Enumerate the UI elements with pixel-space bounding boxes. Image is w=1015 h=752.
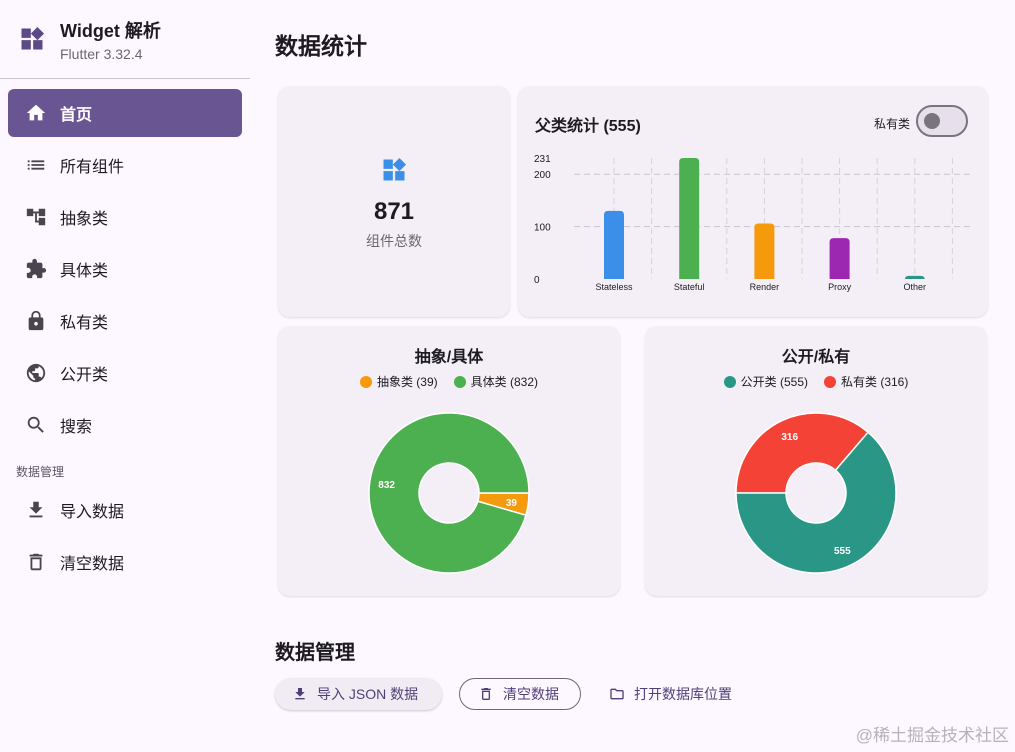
slice-label: 39 <box>506 498 518 509</box>
nav-item-label: 导入数据 <box>60 504 125 521</box>
clear-button-label: 清空数据 <box>503 686 559 702</box>
lock-icon <box>24 309 48 333</box>
bar-stateful[interactable] <box>679 158 700 279</box>
slice-label: 316 <box>781 432 798 443</box>
brand-header: Widget 解析 Flutter 3.32.4 <box>0 0 250 79</box>
sidebar: Widget 解析 Flutter 3.32.4 首页 所有组件 抽象类 具体类… <box>0 0 250 752</box>
bar-chart: 0 100 200 231 Stateless Stateful Render Proxy Ot… <box>534 154 970 292</box>
data-management-title: 数据管理 <box>275 642 355 664</box>
list-icon <box>24 153 48 177</box>
download-icon <box>24 498 48 522</box>
abstract-concrete-card: 抽象/具体 抽象类 (39) 具体类 (832) 39 832 <box>278 326 620 596</box>
home-icon <box>24 101 48 125</box>
nav-item-abstract[interactable]: 抽象类 <box>8 193 242 241</box>
puzzle-icon <box>24 257 48 281</box>
nav-item-label: 搜索 <box>60 419 93 436</box>
pie-title: 抽象/具体 <box>414 349 484 366</box>
nav-item-search[interactable]: 搜索 <box>8 401 242 449</box>
legend-item-concrete: 具体类 (832) <box>453 373 539 390</box>
globe-icon <box>24 361 48 385</box>
legend-dot <box>723 375 736 388</box>
nav-item-public[interactable]: 公开类 <box>8 349 242 397</box>
private-toggle[interactable] <box>916 105 968 137</box>
private-toggle-label: 私有类 <box>874 117 911 131</box>
import-json-button[interactable]: 导入 JSON 数据 <box>275 678 442 710</box>
legend-label: 具体类 (832) <box>470 375 539 389</box>
legend-item-private: 私有类 (316) <box>824 373 908 390</box>
nav-item-clear[interactable]: 清空数据 <box>8 538 242 586</box>
legend: 抽象类 (39) 具体类 (832) <box>278 373 620 390</box>
pie-title: 公开/私有 <box>781 349 851 366</box>
trash-icon <box>24 550 48 574</box>
abstract-concrete-donut: 39 832 <box>368 412 530 574</box>
y-tick-label: 100 <box>534 223 551 234</box>
legend-label: 抽象类 (39) <box>376 375 438 389</box>
total-card: 871 组件总数 <box>278 86 510 317</box>
nav-item-import[interactable]: 导入数据 <box>8 486 242 534</box>
legend-item-public: 公开类 (555) <box>723 373 808 390</box>
main-content: 数据统计 871 组件总数 父类统计 (555) 私有类 0 100 200 231 S… <box>250 0 1015 752</box>
legend-dot <box>453 375 466 388</box>
nav-item-label: 具体类 <box>60 263 109 280</box>
widgets-logo-icon <box>21 26 45 50</box>
legend-label: 公开类 (555) <box>740 375 808 389</box>
search-icon <box>24 413 48 437</box>
x-tick-label: Stateful <box>674 282 705 292</box>
bar-proxy[interactable] <box>829 238 850 279</box>
open-button-label: 打开数据库位置 <box>634 686 732 702</box>
x-tick-label: Proxy <box>828 282 852 292</box>
x-tick-label: Render <box>750 282 780 292</box>
nav-list: 首页 所有组件 抽象类 具体类 私有类 公开类 搜索 数据管理 导入数据 清空数… <box>0 79 250 586</box>
nav-section-label: 数据管理 <box>16 465 65 479</box>
total-label: 组件总数 <box>366 233 422 249</box>
app-version: Flutter 3.32.4 <box>60 45 143 62</box>
clear-data-button[interactable]: 清空数据 <box>459 678 581 710</box>
nav-item-home[interactable]: 首页 <box>8 89 242 137</box>
y-tick-label: 200 <box>534 170 551 181</box>
nav-item-all-widgets[interactable]: 所有组件 <box>8 141 242 189</box>
nav-item-private[interactable]: 私有类 <box>8 297 242 345</box>
nav-item-label: 公开类 <box>60 367 109 384</box>
nav-item-label: 首页 <box>60 107 93 124</box>
bar-chart-title: 父类统计 (555) <box>535 118 641 135</box>
legend-dot <box>824 375 836 388</box>
slice-label: 555 <box>834 546 851 557</box>
nav-item-label: 清空数据 <box>60 556 125 573</box>
y-tick-label: 231 <box>534 154 551 165</box>
legend-dot <box>359 375 372 388</box>
y-tick-label: 0 <box>534 275 540 286</box>
donut-slice[interactable] <box>368 412 530 574</box>
open-db-location-button[interactable]: 打开数据库位置 <box>608 678 748 710</box>
toggle-knob <box>924 113 940 129</box>
nav-item-concrete[interactable]: 具体类 <box>8 245 242 293</box>
legend-label: 私有类 (316) <box>841 375 909 389</box>
trash-icon <box>477 685 495 703</box>
import-button-label: 导入 JSON 数据 <box>317 686 419 702</box>
public-private-card: 公开/私有 公开类 (555) 私有类 (316) 316 555 <box>645 326 987 596</box>
page-title: 数据统计 <box>275 33 367 59</box>
nav-item-label: 私有类 <box>60 315 109 332</box>
folder-icon <box>608 685 626 703</box>
tree-icon <box>24 205 48 229</box>
nav-item-label: 所有组件 <box>60 159 125 176</box>
slice-label: 832 <box>378 480 395 491</box>
parent-class-chart-card: 父类统计 (555) 私有类 0 100 200 231 Stateless Statef… <box>518 86 988 317</box>
x-tick-label: Other <box>904 282 927 292</box>
public-private-donut: 316 555 <box>735 412 897 574</box>
x-tick-label: Stateless <box>595 282 633 292</box>
legend: 公开类 (555) 私有类 (316) <box>645 373 987 390</box>
download-icon <box>291 685 309 703</box>
legend-item-abstract: 抽象类 (39) <box>359 373 438 390</box>
bar-stateless[interactable] <box>604 210 624 279</box>
app-title: Widget 解析 <box>60 20 161 41</box>
bar-render[interactable] <box>754 223 775 279</box>
nav-item-label: 抽象类 <box>60 211 109 228</box>
watermark: @稀土掘金技术社区 <box>855 726 1009 745</box>
bar-other[interactable] <box>904 275 925 280</box>
total-count: 871 <box>373 198 415 225</box>
widgets-icon <box>383 157 407 181</box>
